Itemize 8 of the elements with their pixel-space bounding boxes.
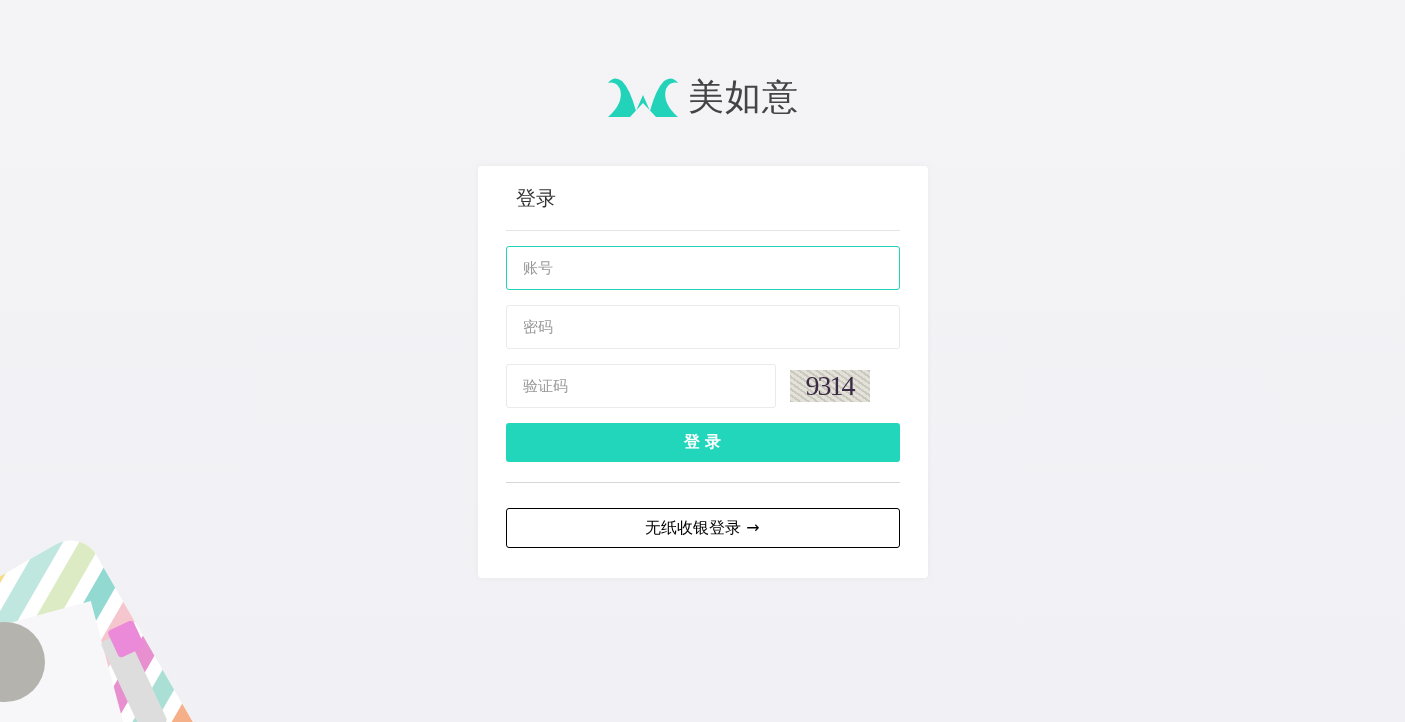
paperless-login-button[interactable]: 无纸收银登录 →: [505, 508, 900, 548]
card-title: 登录: [514, 185, 557, 212]
captcha-image[interactable]: 9314: [789, 370, 870, 402]
password-field[interactable]: 密码: [505, 305, 900, 349]
captcha-field[interactable]: 验证码: [505, 364, 776, 408]
logo-icon: [606, 75, 680, 119]
account-field[interactable]: 账号: [505, 246, 900, 290]
logo-text: 美如意: [688, 74, 799, 119]
